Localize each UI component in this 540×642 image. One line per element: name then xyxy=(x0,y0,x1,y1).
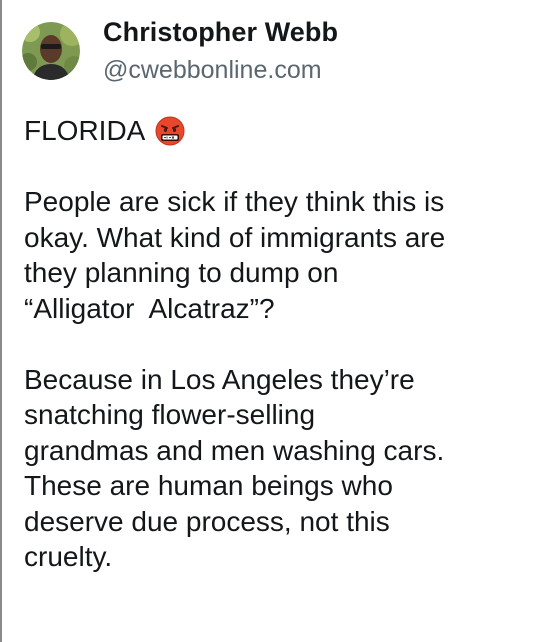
author-info: Christopher Webb @cwebbonline.com xyxy=(103,16,338,86)
face-with-symbols-on-mouth-icon xyxy=(155,116,185,146)
headline-text: FLORIDA xyxy=(24,115,146,146)
paragraph-1: People are sick if they think this is ok… xyxy=(24,184,529,326)
author-handle[interactable]: @cwebbonline.com xyxy=(103,54,338,86)
avatar[interactable] xyxy=(22,22,80,80)
avatar-photo-icon xyxy=(22,22,80,80)
paragraph-2-line: deserve due process, not this xyxy=(24,505,390,537)
paragraph-1-line: People are sick if they think this is xyxy=(24,186,445,217)
paragraph-2-line: grandmas and men washing cars. xyxy=(24,434,445,466)
paragraph-2-line: snatching flower-selling xyxy=(24,399,316,430)
paragraph-2-line: These are human beings who xyxy=(24,470,393,501)
card-border xyxy=(0,0,2,642)
author-display-name[interactable]: Christopher Webb xyxy=(103,16,338,48)
paragraph-1-line: they planning to dump on xyxy=(24,257,339,288)
post-header: Christopher Webb @cwebbonline.com xyxy=(22,16,338,86)
post-body: FLORIDA People are sick if they think th… xyxy=(24,113,529,575)
post-card: Christopher Webb @cwebbonline.com FLORID… xyxy=(0,0,540,642)
paragraph-1-line: “Alligator Alcatraz”? xyxy=(24,292,275,324)
paragraph-2-line: cruelty. xyxy=(24,541,113,572)
paragraph-2: Because in Los Angeles they’re snatching… xyxy=(24,362,529,575)
post-headline: FLORIDA xyxy=(24,113,529,149)
paragraph-1-line: okay. What kind of immigrants are xyxy=(24,221,446,253)
paragraph-2-line: Because in Los Angeles they’re xyxy=(24,363,415,395)
